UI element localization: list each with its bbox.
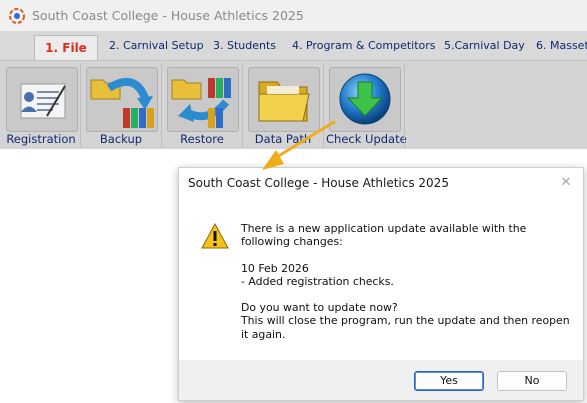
warning-icon bbox=[201, 223, 229, 249]
data-path-icon-box bbox=[248, 67, 320, 132]
check-update-button[interactable]: Check Update bbox=[326, 64, 407, 147]
menu-tabs: 1. File 2. Carnival Setup 3. Students 4.… bbox=[0, 31, 587, 61]
restore-icon-box bbox=[167, 67, 239, 132]
dialog-titlebar: South Coast College - House Athletics 20… bbox=[179, 168, 583, 199]
message-change: - Added registration checks. bbox=[241, 274, 394, 288]
toolbar: Registration Backup Restore Data Path Ch… bbox=[0, 60, 587, 149]
toolbar-divider bbox=[242, 63, 243, 147]
message-intro-line1: There is a new application update availa… bbox=[241, 222, 527, 235]
message-detail-line1: This will close the program, run the upd… bbox=[241, 314, 570, 328]
restore-label: Restore bbox=[180, 132, 224, 146]
check-update-icon-box bbox=[329, 67, 401, 132]
registration-icon-box bbox=[6, 67, 78, 132]
no-button[interactable]: No bbox=[497, 371, 567, 391]
toolbar-divider bbox=[323, 63, 324, 147]
tab-program-competitors[interactable]: 4. Program & Competitors bbox=[292, 39, 436, 52]
tab-masset[interactable]: 6. Masset bbox=[536, 39, 587, 52]
tab-students[interactable]: 3. Students bbox=[213, 39, 276, 52]
toolbar-divider bbox=[161, 63, 162, 147]
check-update-label: Check Update bbox=[326, 132, 407, 146]
tab-carnival-day[interactable]: 5.Carnival Day bbox=[444, 39, 525, 52]
message-question: Do you want to update now? bbox=[241, 301, 398, 315]
yes-button[interactable]: Yes bbox=[414, 371, 484, 391]
globe-download-icon bbox=[339, 73, 391, 125]
restore-icon bbox=[171, 78, 231, 128]
app-logo-icon bbox=[9, 8, 25, 24]
message-intro-line2: following changes: bbox=[241, 235, 343, 249]
folder-icon bbox=[258, 81, 310, 122]
registration-label: Registration bbox=[6, 132, 76, 146]
tab-file[interactable]: 1. File bbox=[34, 35, 98, 61]
toolbar-divider bbox=[80, 63, 81, 147]
data-path-button[interactable]: Data Path bbox=[245, 64, 321, 147]
message-date: 10 Feb 2026 bbox=[241, 261, 309, 275]
window-titlebar: South Coast College - House Athletics 20… bbox=[0, 0, 587, 31]
registration-button[interactable]: Registration bbox=[3, 64, 79, 147]
registration-icon bbox=[20, 83, 66, 119]
tab-carnival-setup[interactable]: 2. Carnival Setup bbox=[109, 39, 204, 52]
dialog-body: There is a new application update availa… bbox=[179, 199, 583, 360]
restore-button[interactable]: Restore bbox=[164, 64, 240, 147]
update-dialog: South Coast College - House Athletics 20… bbox=[178, 167, 584, 401]
backup-icon-box bbox=[86, 67, 158, 132]
window-title: South Coast College - House Athletics 20… bbox=[32, 8, 304, 23]
close-button[interactable]: ✕ bbox=[555, 173, 577, 193]
dialog-footer: Yes No bbox=[179, 360, 583, 400]
dialog-title: South Coast College - House Athletics 20… bbox=[188, 176, 449, 190]
backup-icon bbox=[90, 77, 154, 128]
data-path-label: Data Path bbox=[254, 132, 312, 146]
close-icon: ✕ bbox=[560, 175, 572, 190]
toolbar-divider bbox=[404, 63, 405, 147]
dialog-message: There is a new application update availa… bbox=[241, 222, 571, 341]
backup-label: Backup bbox=[99, 132, 143, 146]
backup-button[interactable]: Backup bbox=[83, 64, 159, 147]
message-detail-line2: it again. bbox=[241, 327, 286, 341]
